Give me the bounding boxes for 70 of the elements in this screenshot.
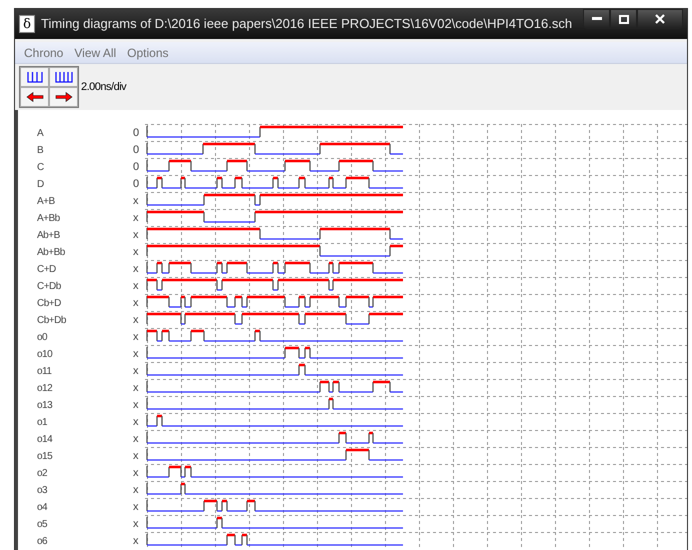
signal-name: o1 <box>37 416 48 430</box>
maximize-icon <box>618 14 628 24</box>
signal-value: x <box>132 517 138 532</box>
signal-value: x <box>132 211 138 226</box>
signal-value: x <box>132 381 138 396</box>
signal-name: o2 <box>37 467 48 481</box>
signal-value: x <box>132 245 138 260</box>
signal-value: x <box>132 262 138 278</box>
signal-value: x <box>132 466 138 482</box>
signal-name: o11 <box>37 365 52 379</box>
signal-name: Cb+Db <box>37 314 66 328</box>
signal-value: x <box>132 483 138 498</box>
signal-name: o14 <box>37 433 52 447</box>
signal-value: 0 <box>132 126 140 142</box>
window-title: Timing diagrams of D:\2016 ieee papers\2016 IEEE PROJECTS\16V02\code\HPI4TO16.sch <box>41 15 572 34</box>
signal-value: x <box>132 449 138 464</box>
maximize-button[interactable] <box>610 9 637 29</box>
signal-name: A+Bb <box>37 212 60 226</box>
signal-value: x <box>132 534 138 550</box>
time-scale: 2.00ns/div <box>81 80 126 95</box>
right-arrow-icon <box>54 92 72 102</box>
signal-name: C+Db <box>37 280 61 294</box>
signal-value: 0 <box>132 160 140 176</box>
signal-name: Cb+D <box>37 297 61 311</box>
signal-name: o15 <box>37 450 52 464</box>
signal-name: o5 <box>37 518 48 532</box>
signal-name: C+D <box>37 263 56 277</box>
coarse-ticks-icon <box>26 72 42 82</box>
zoom-out-button[interactable] <box>20 67 49 87</box>
signal-value: x <box>132 279 138 294</box>
signal-value: 0 <box>132 177 140 192</box>
menu-item[interactable]: View All <box>69 44 122 62</box>
signal-name: D <box>37 178 44 192</box>
signal-value: x <box>132 194 138 210</box>
signal-value: x <box>132 432 138 448</box>
signal-value: x <box>132 500 138 516</box>
signal-name: o13 <box>37 399 52 413</box>
signal-name: o0 <box>37 331 48 345</box>
menu-item[interactable]: Chrono <box>19 44 68 62</box>
signal-name: B <box>37 144 44 158</box>
signal-value: 0 <box>132 143 140 158</box>
signal-value: x <box>132 415 138 430</box>
signal-value: x <box>132 347 138 362</box>
signal-name: o12 <box>37 382 52 396</box>
scroll-right-button[interactable] <box>49 87 78 107</box>
signal-name: A+B <box>37 195 55 209</box>
window-icon: δ <box>19 15 35 33</box>
signal-value: x <box>132 330 138 346</box>
signal-name: o4 <box>37 501 48 515</box>
signal-value: x <box>132 296 138 312</box>
menu-item[interactable]: Options <box>122 44 174 62</box>
signal-value: x <box>132 313 138 328</box>
close-icon <box>655 14 665 24</box>
signal-name: o6 <box>37 535 48 549</box>
signal-name: o3 <box>37 484 48 498</box>
signal-name: Ab+B <box>37 229 60 243</box>
close-button[interactable] <box>637 9 683 29</box>
signal-name: C <box>37 161 44 175</box>
scroll-left-button[interactable] <box>20 87 49 107</box>
minimize-icon <box>592 17 602 21</box>
signal-value: x <box>132 364 138 380</box>
left-arrow-icon <box>26 92 44 102</box>
zoom-in-button[interactable] <box>49 67 78 87</box>
minimize-button[interactable] <box>583 9 610 29</box>
fine-ticks-icon <box>54 72 72 82</box>
signal-value: x <box>132 228 138 244</box>
signal-name: o10 <box>37 348 52 362</box>
signal-name: A <box>37 127 44 141</box>
signal-name: Ab+Bb <box>37 246 65 260</box>
signal-value: x <box>132 398 138 414</box>
